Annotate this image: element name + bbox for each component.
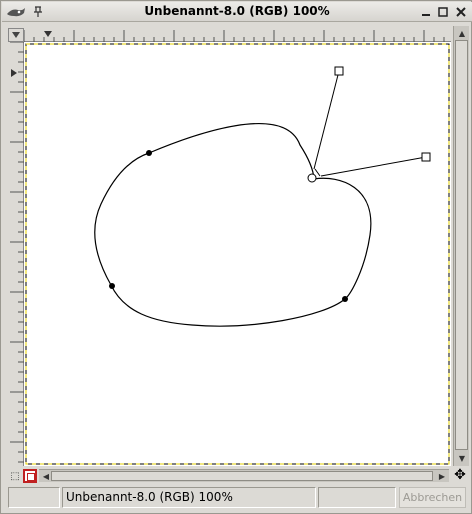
horizontal-scroll-thumb[interactable] [51, 471, 433, 481]
title-bar[interactable]: Unbenannt-8.0 (RGB) 100% [2, 2, 472, 22]
horizontal-ruler[interactable] [24, 28, 451, 42]
navigate-icon[interactable]: ✥ [452, 467, 468, 483]
image-canvas[interactable] [24, 42, 451, 466]
handle-line-right [320, 156, 427, 177]
vertical-ruler-ticks [10, 42, 24, 463]
ruler-corner[interactable] [8, 28, 24, 42]
pointer-coordinates [8, 487, 60, 508]
scroll-right-arrow-icon[interactable]: ▶ [435, 470, 449, 482]
handle-line-upper [313, 70, 340, 170]
path-anchor-active[interactable] [307, 173, 317, 183]
vertical-scroll-thumb[interactable] [455, 40, 468, 450]
scroll-down-arrow-icon[interactable]: ▼ [455, 452, 469, 464]
image-window: Unbenannt-8.0 (RGB) 100% ▲ ▼ ⬚ ◀ ▶ ✥ Unb… [0, 0, 472, 514]
ruler-pointer-marker [11, 69, 17, 77]
path-anchor[interactable] [109, 283, 115, 289]
quick-mask-toggle[interactable] [23, 469, 37, 483]
status-title: Unbenannt-8.0 (RGB) 100% [62, 487, 316, 508]
handle-line-joint [314, 168, 321, 177]
toggle-view-icon[interactable]: ⬚ [8, 469, 22, 483]
cancel-button[interactable]: Abbrechen [399, 487, 466, 508]
status-bar: Unbenannt-8.0 (RGB) 100% Abbrechen [1, 485, 472, 513]
selection-border-marching-ants [25, 43, 450, 465]
path-anchor[interactable] [342, 296, 348, 302]
close-icon[interactable] [453, 4, 469, 20]
maximize-icon[interactable] [435, 4, 451, 20]
horizontal-scrollbar[interactable]: ◀ ▶ [39, 469, 449, 482]
bezier-handle-right[interactable] [421, 152, 431, 162]
scroll-up-arrow-icon[interactable]: ▲ [455, 27, 469, 39]
progress-area [318, 487, 396, 508]
vertical-scrollbar[interactable]: ▲ ▼ [453, 26, 469, 466]
corner-arrow-icon [12, 32, 20, 38]
minimize-icon[interactable] [418, 4, 434, 20]
vertical-ruler[interactable] [8, 42, 24, 466]
path-anchor[interactable] [146, 150, 152, 156]
window-title: Unbenannt-8.0 (RGB) 100% [144, 4, 330, 18]
bezier-path[interactable] [94, 123, 372, 327]
ruler-pointer-marker [44, 31, 52, 37]
selection-border-dark [25, 43, 450, 465]
horizontal-ruler-ticks [24, 30, 445, 42]
bezier-handle-upper[interactable] [334, 66, 344, 76]
